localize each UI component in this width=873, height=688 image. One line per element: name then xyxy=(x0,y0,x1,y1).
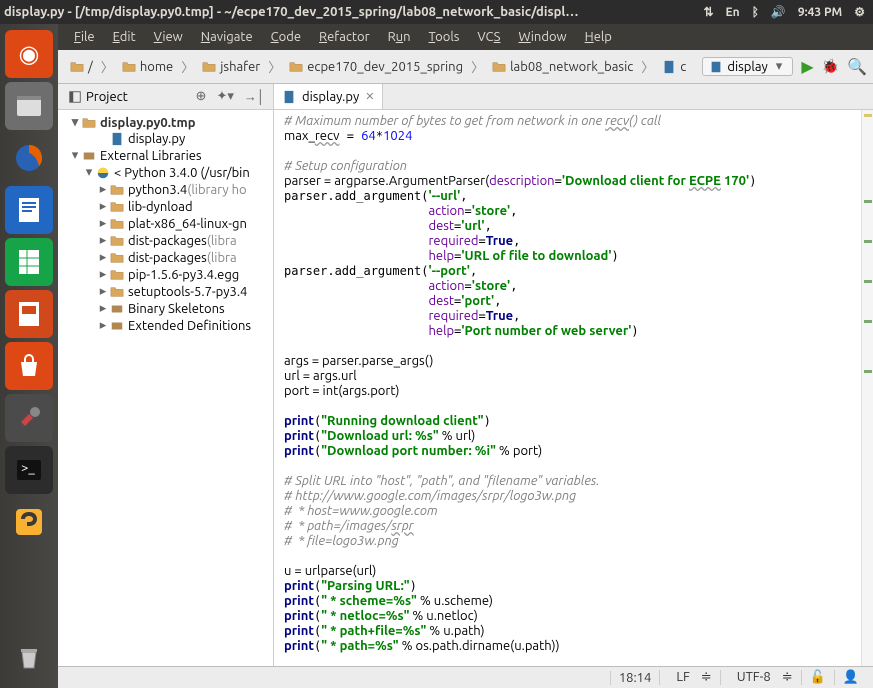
status-caret-pos[interactable]: 18:14 xyxy=(610,671,660,685)
status-lock-icon[interactable]: 🔓 xyxy=(801,670,834,685)
launcher-writer[interactable] xyxy=(5,186,53,234)
status-line-ending[interactable]: LF ≑ xyxy=(659,670,719,685)
close-tab-icon[interactable]: ✕ xyxy=(365,90,374,103)
menu-window[interactable]: Window xyxy=(510,28,574,46)
volume-icon[interactable]: 🔊 xyxy=(771,5,786,19)
menu-run[interactable]: Run xyxy=(380,28,419,46)
marker-strip[interactable] xyxy=(861,110,873,666)
editor-tab-display[interactable]: display.py✕ xyxy=(274,84,383,109)
menu-view[interactable]: View xyxy=(146,28,191,46)
menu-code[interactable]: Code xyxy=(263,28,309,46)
launcher-terminal[interactable]: >_ xyxy=(5,446,53,494)
status-encoding[interactable]: UTF-8 ≑ xyxy=(720,670,801,685)
launcher-trash[interactable] xyxy=(5,634,53,682)
menu-edit[interactable]: Edit xyxy=(105,28,144,46)
launcher-pycharm[interactable] xyxy=(5,498,53,546)
code-editor[interactable]: # Maximum number of bytes to get from ne… xyxy=(274,110,873,666)
project-tool-tab[interactable]: Project xyxy=(58,87,138,107)
gear-icon[interactable]: ⚙ xyxy=(854,5,865,19)
project-tree[interactable]: ▾display.py0.tmp display.py ▾External Li… xyxy=(58,110,273,666)
menu-navigate[interactable]: Navigate xyxy=(193,28,261,46)
launcher-calc[interactable] xyxy=(5,238,53,286)
menu-file[interactable]: File xyxy=(66,28,103,46)
run-button[interactable]: ▶ xyxy=(801,57,813,76)
status-hector-icon[interactable]: 👤 xyxy=(834,670,867,685)
crumb-root[interactable]: / xyxy=(64,58,99,76)
launcher-files[interactable] xyxy=(5,82,53,130)
crumb-user[interactable]: jshafer xyxy=(196,58,266,76)
search-button[interactable]: 🔍 xyxy=(847,57,867,76)
tree-hide-icon[interactable]: →│ xyxy=(240,89,269,104)
menu-refactor[interactable]: Refactor xyxy=(311,28,378,46)
menubar: File Edit View Navigate Code Refactor Ru… xyxy=(58,24,873,50)
navigation-toolbar: /〉 home〉 jshafer〉 ecpe170_dev_2015_sprin… xyxy=(58,50,873,84)
clock[interactable]: 9:43 PM xyxy=(798,6,842,19)
launcher-firefox[interactable] xyxy=(5,134,53,182)
svg-text:>_: >_ xyxy=(21,461,35,475)
launcher: ◉ >_ xyxy=(0,24,58,688)
crumb-home[interactable]: home xyxy=(116,58,179,76)
launcher-impress[interactable] xyxy=(5,290,53,338)
window-title: display.py - [/tmp/display.py0.tmp] - ~/… xyxy=(4,5,703,19)
crumb-file[interactable]: c xyxy=(656,58,692,76)
menu-vcs[interactable]: VCS xyxy=(469,28,508,46)
bluetooth-icon[interactable]: ᛒ xyxy=(752,6,759,19)
menu-tools[interactable]: Tools xyxy=(421,28,468,46)
launcher-settings[interactable] xyxy=(5,394,53,442)
menu-help[interactable]: Help xyxy=(577,28,620,46)
launcher-software[interactable] xyxy=(5,342,53,390)
crumb-course[interactable]: ecpe170_dev_2015_spring xyxy=(283,58,469,76)
status-bar: 18:14 LF ≑ UTF-8 ≑ 🔓 👤 xyxy=(58,666,873,688)
keyboard-lang[interactable]: En xyxy=(726,6,740,19)
network-icon[interactable]: ⇅ xyxy=(703,5,713,19)
tree-collapse-icon[interactable]: ⊕ xyxy=(192,89,211,104)
launcher-dash[interactable]: ◉ xyxy=(5,30,53,78)
tree-settings-icon[interactable]: ✦▾ xyxy=(212,89,237,104)
debug-button[interactable]: 🐞 xyxy=(822,58,839,75)
run-config-dropdown[interactable]: display▾ xyxy=(702,57,793,76)
crumb-lab[interactable]: lab08_network_basic xyxy=(486,58,639,76)
